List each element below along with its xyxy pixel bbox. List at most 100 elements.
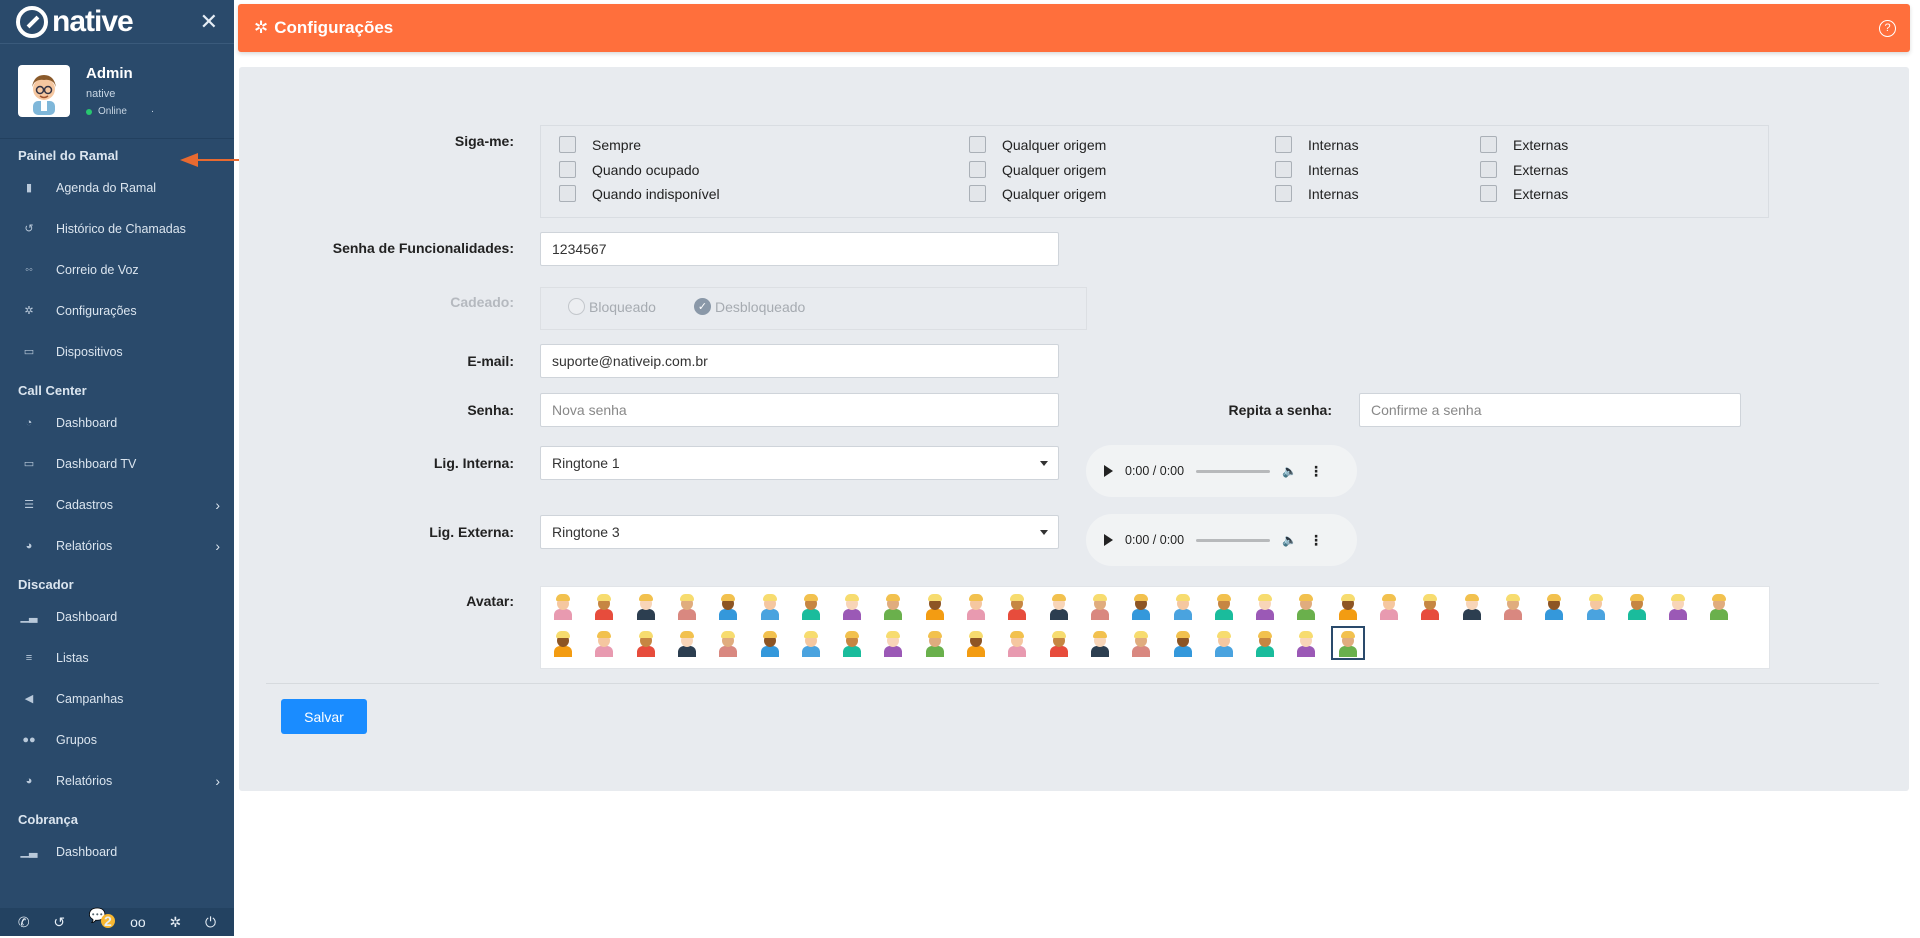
avatar-option[interactable] <box>797 592 825 620</box>
help-icon[interactable]: ? <box>1879 19 1896 37</box>
avatar-option[interactable] <box>1416 592 1444 620</box>
avatar-option[interactable] <box>1458 592 1486 620</box>
avatar-option[interactable] <box>962 629 990 657</box>
history-icon[interactable]: ↺ <box>53 914 65 931</box>
avatar-option[interactable] <box>549 629 577 657</box>
more-options-icon[interactable]: ⋮ <box>1309 532 1323 549</box>
sidebar-item-historico-de-chamadas[interactable]: ↺ Histórico de Chamadas <box>0 208 234 249</box>
avatar-option[interactable] <box>1086 629 1114 657</box>
more-options-icon[interactable]: ⋮ <box>1309 463 1323 480</box>
avatar-option[interactable] <box>632 592 660 620</box>
siga-sempre[interactable]: Sempre <box>559 136 641 153</box>
sidebar-item-configuracoes[interactable]: ✲ Configurações <box>0 290 234 331</box>
avatar-option[interactable] <box>714 592 742 620</box>
senha-func-input[interactable]: 1234567 <box>540 232 1059 266</box>
avatar-option[interactable] <box>590 629 618 657</box>
user-status[interactable]: Online · <box>86 106 154 117</box>
avatar-option[interactable] <box>1292 592 1320 620</box>
avatar-option[interactable] <box>673 629 701 657</box>
lig-externa-select[interactable]: Ringtone 3 <box>540 515 1059 549</box>
lig-interna-select[interactable]: Ringtone 1 <box>540 446 1059 480</box>
avatar-option[interactable] <box>921 592 949 620</box>
sidebar-item-disc-relatorios[interactable]: ◕ Relatórios › <box>0 760 234 801</box>
siga-ocupado-externas[interactable]: Externas <box>1480 161 1568 178</box>
avatar-option[interactable] <box>1251 629 1279 657</box>
avatar-option[interactable] <box>632 629 660 657</box>
avatar-option[interactable] <box>549 592 577 620</box>
siga-indisponivel-origem[interactable]: Qualquer origem <box>969 185 1106 202</box>
repita-senha-input[interactable]: Confirme a senha <box>1359 393 1741 427</box>
senha-input[interactable]: Nova senha <box>540 393 1059 427</box>
siga-sempre-checkbox[interactable] <box>559 136 576 153</box>
lig-externa-audio-player[interactable]: 0:00 / 0:00 🔈 ⋮ <box>1086 514 1357 566</box>
brand-logo[interactable]: native <box>16 5 134 39</box>
siga-ocupado-externas-checkbox[interactable] <box>1480 161 1497 178</box>
sidebar-item-dispositivos[interactable]: ▭ Dispositivos <box>0 331 234 372</box>
avatar-option[interactable] <box>1045 592 1073 620</box>
sidebar-item-cc-cadastros[interactable]: ☰ Cadastros › <box>0 484 234 525</box>
sidebar-item-cc-dashboard-tv[interactable]: ▭ Dashboard TV <box>0 443 234 484</box>
siga-sempre-internas[interactable]: Internas <box>1275 136 1359 153</box>
avatar-option[interactable] <box>1169 629 1197 657</box>
avatar-option[interactable] <box>1169 592 1197 620</box>
siga-indisponivel-externas-checkbox[interactable] <box>1480 185 1497 202</box>
siga-ocupado-origem-checkbox[interactable] <box>969 161 986 178</box>
sidebar-item-cc-dashboard[interactable]: ◔ Dashboard <box>0 402 234 443</box>
siga-sempre-externas-checkbox[interactable] <box>1480 136 1497 153</box>
sidebar-item-disc-dashboard[interactable]: ▁▃ Dashboard <box>0 596 234 637</box>
siga-ocupado-internas[interactable]: Internas <box>1275 161 1359 178</box>
siga-ocupado-checkbox[interactable] <box>559 161 576 178</box>
avatar-option[interactable] <box>1127 592 1155 620</box>
phone-icon[interactable]: ✆ <box>18 914 30 931</box>
cadeado-desbloqueado-radio[interactable]: ✓ <box>694 298 711 315</box>
cadeado-desbloqueado[interactable]: ✓ Desbloqueado <box>694 298 805 315</box>
voicemail-icon[interactable]: oo <box>130 914 146 930</box>
avatar-option[interactable] <box>756 629 784 657</box>
avatar-option[interactable] <box>1375 592 1403 620</box>
sidebar-item-cc-relatorios[interactable]: ◕ Relatórios › <box>0 525 234 566</box>
sidebar-item-agenda-do-ramal[interactable]: ▮ Agenda do Ramal <box>0 167 234 208</box>
siga-indisponivel-internas-checkbox[interactable] <box>1275 185 1292 202</box>
siga-ocupado-internas-checkbox[interactable] <box>1275 161 1292 178</box>
sidebar-item-correio-de-voz[interactable]: ◦◦ Correio de Voz <box>0 249 234 290</box>
avatar-option[interactable] <box>1086 592 1114 620</box>
sidebar-item-disc-listas[interactable]: ≡ Listas <box>0 637 234 678</box>
avatar-option[interactable] <box>1664 592 1692 620</box>
avatar-option[interactable] <box>1210 629 1238 657</box>
power-icon[interactable]: ⏻ <box>205 914 216 931</box>
gear-icon[interactable]: ✲ <box>170 914 182 931</box>
save-button[interactable]: Salvar <box>281 699 367 734</box>
play-icon[interactable] <box>1104 534 1113 546</box>
avatar-option[interactable] <box>1127 629 1155 657</box>
email-input[interactable]: suporte@nativeip.com.br <box>540 344 1059 378</box>
avatar-option[interactable] <box>1582 592 1610 620</box>
avatar-option[interactable] <box>838 592 866 620</box>
cadeado-bloqueado[interactable]: Bloqueado <box>568 298 656 315</box>
user-avatar[interactable] <box>18 65 70 117</box>
siga-sempre-internas-checkbox[interactable] <box>1275 136 1292 153</box>
avatar-option[interactable] <box>921 629 949 657</box>
avatar-option[interactable] <box>756 592 784 620</box>
avatar-option[interactable] <box>1499 592 1527 620</box>
lig-interna-audio-player[interactable]: 0:00 / 0:00 🔈 ⋮ <box>1086 445 1357 497</box>
avatar-option[interactable] <box>673 592 701 620</box>
volume-icon[interactable]: 🔈 <box>1282 464 1297 478</box>
siga-indisponivel-internas[interactable]: Internas <box>1275 185 1359 202</box>
avatar-option[interactable] <box>962 592 990 620</box>
play-icon[interactable] <box>1104 465 1113 477</box>
avatar-option[interactable] <box>879 592 907 620</box>
avatar-option[interactable] <box>1210 592 1238 620</box>
siga-ocupado[interactable]: Quando ocupado <box>559 161 699 178</box>
sidebar-item-disc-campanhas[interactable]: ◀ Campanhas <box>0 678 234 719</box>
avatar-option[interactable] <box>1540 592 1568 620</box>
siga-sempre-externas[interactable]: Externas <box>1480 136 1568 153</box>
audio-progress-bar[interactable] <box>1196 469 1271 473</box>
avatar-option[interactable] <box>1251 592 1279 620</box>
avatar-option[interactable] <box>1334 592 1362 620</box>
avatar-option[interactable] <box>1623 592 1651 620</box>
avatar-option[interactable] <box>1292 629 1320 657</box>
avatar-option[interactable] <box>1330 626 1365 660</box>
avatar-option[interactable] <box>1045 629 1073 657</box>
siga-indisponivel-origem-checkbox[interactable] <box>969 185 986 202</box>
avatar-option[interactable] <box>797 629 825 657</box>
